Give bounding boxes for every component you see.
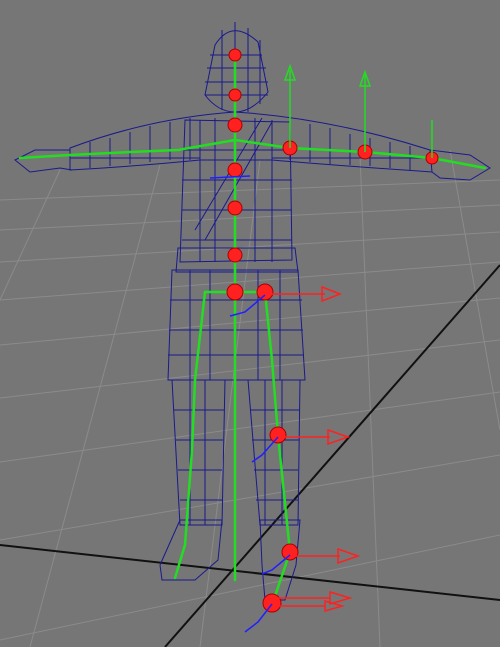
origin-axes (0, 264, 500, 647)
viewport-canvas[interactable] (0, 0, 500, 647)
character-wireframe[interactable] (14, 22, 491, 601)
3d-viewport[interactable] (0, 0, 500, 647)
